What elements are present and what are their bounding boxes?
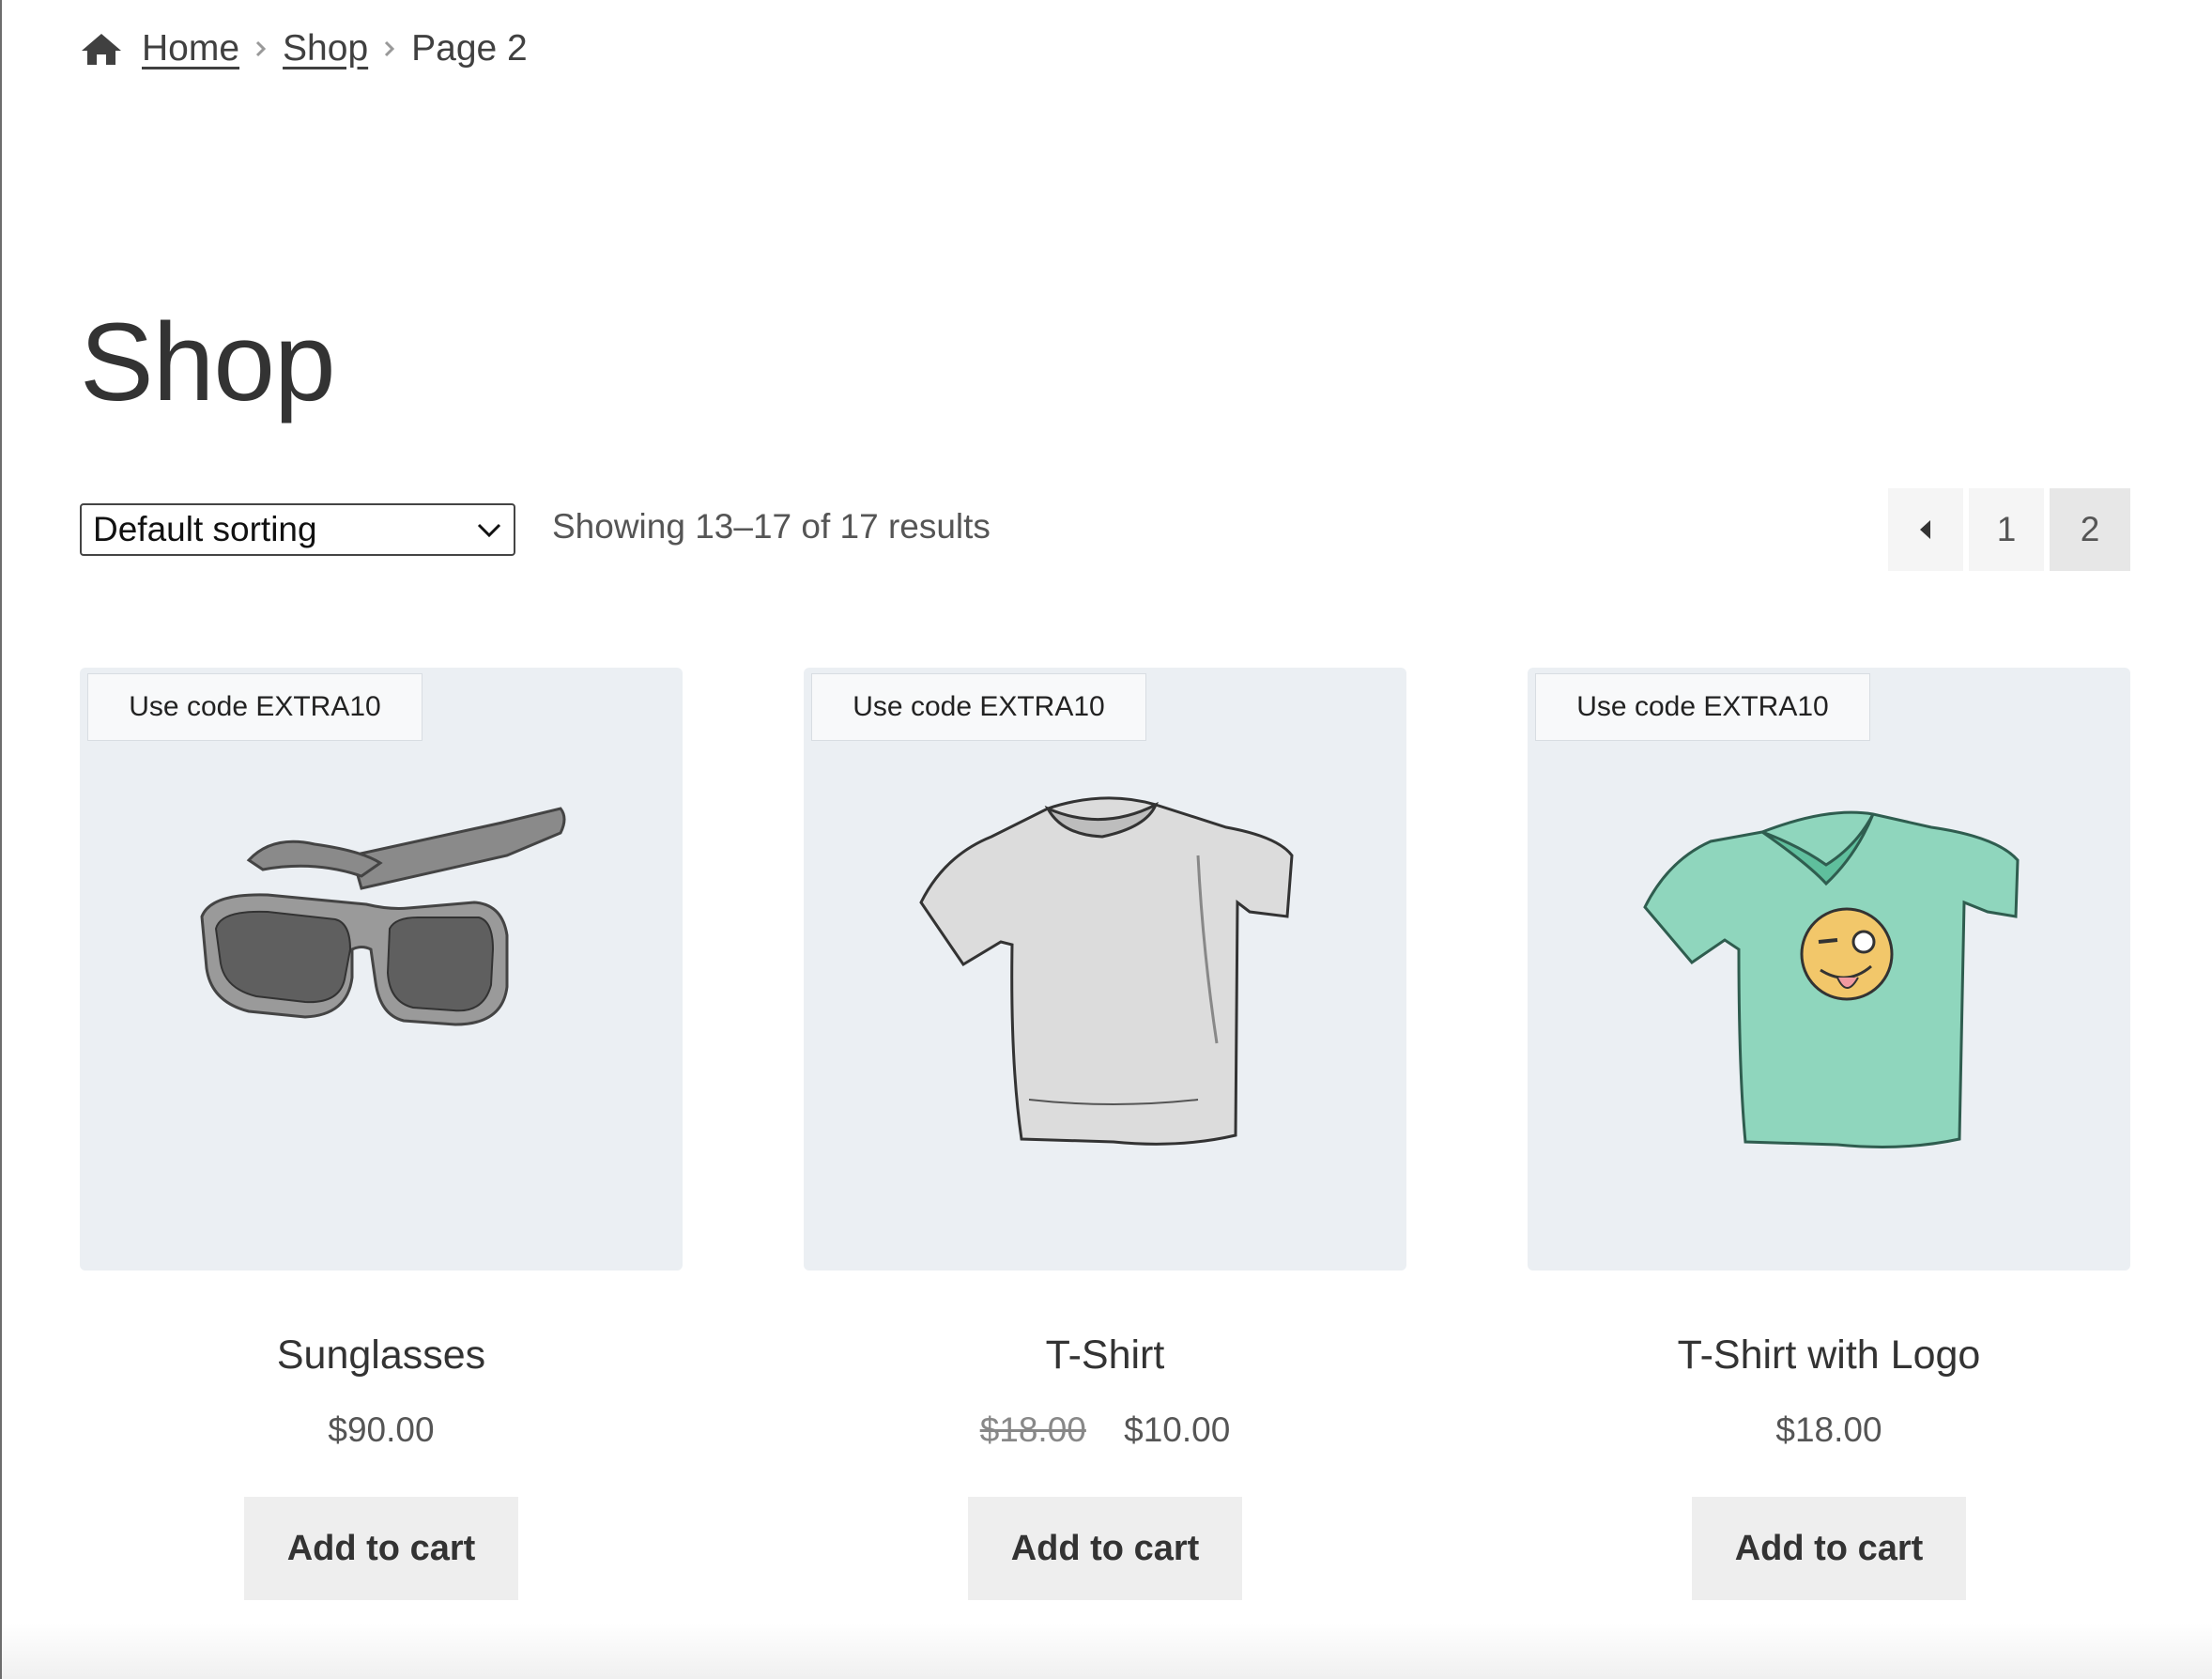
pagination-page-1[interactable]: 1 [1969,488,2044,571]
sale-price: $10.00 [1124,1410,1231,1449]
product-image-link[interactable]: Use code EXTRA10 [804,668,1406,1271]
add-to-cart-button[interactable]: Add to cart [1692,1497,1966,1600]
breadcrumb-shop-link[interactable]: Shop [283,28,368,69]
pagination-page-2-current: 2 [2050,488,2130,571]
price-amount: $90.00 [328,1410,435,1449]
product-price: $18.00 $10.00 [804,1410,1406,1450]
product-image-link[interactable]: Use code EXTRA10 [1528,668,2130,1271]
regular-price: $18.00 [979,1410,1086,1449]
product-name[interactable]: Sunglasses [80,1332,683,1379]
result-count: Showing 13–17 of 17 results [552,507,991,546]
bottom-fade [2,1623,2212,1679]
promo-badge: Use code EXTRA10 [811,673,1146,741]
promo-badge: Use code EXTRA10 [1535,673,1870,741]
add-to-cart-button[interactable]: Add to cart [968,1497,1242,1600]
tshirt-logo-image [1643,810,2020,1148]
shop-toolbar: Default sorting Showing 13–17 of 17 resu… [80,488,2130,573]
price-amount: $18.00 [1775,1410,1882,1449]
breadcrumb-current: Page 2 [411,28,528,69]
product-card-tshirt: Use code EXTRA10 T-Shirt $18.00 $10.00 A… [804,668,1406,1600]
chevron-right-icon [255,40,267,57]
product-name[interactable]: T-Shirt [804,1332,1406,1379]
sunglasses-image [200,807,566,1026]
product-card-tshirt-with-logo: Use code EXTRA10 T-Shirt with Logo $18.0… [1528,668,2130,1600]
product-image-link[interactable]: Use code EXTRA10 [80,668,683,1271]
product-price: $90.00 [80,1410,683,1450]
add-to-cart-button[interactable]: Add to cart [244,1497,518,1600]
product-name[interactable]: T-Shirt with Logo [1528,1332,2130,1379]
promo-badge: Use code EXTRA10 [87,673,422,741]
pagination-prev-button[interactable] [1888,488,1963,571]
product-price: $18.00 [1528,1410,2130,1450]
breadcrumb-home-link[interactable]: Home [142,28,239,69]
breadcrumb: Home Shop Page 2 [80,28,528,69]
chevron-right-icon [385,40,395,57]
sort-select[interactable]: Default sorting [80,503,515,556]
chevron-down-icon [477,523,501,538]
caret-left-icon [1920,520,1930,539]
home-icon [82,34,121,65]
page-title: Shop [80,300,336,424]
pagination: 1 2 [1888,488,2130,571]
sort-selected-value: Default sorting [93,510,317,548]
tshirt-image [919,796,1294,1146]
product-card-sunglasses: Use code EXTRA10 Sunglasses $90.00 Add t… [80,668,683,1600]
